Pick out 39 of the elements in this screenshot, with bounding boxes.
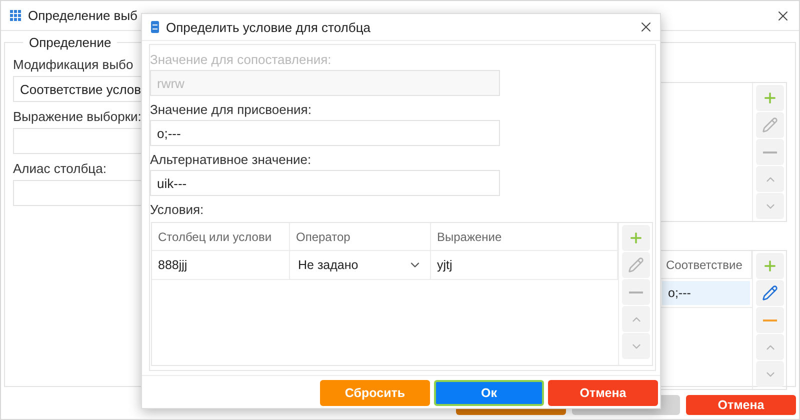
field-label: Альтернативное значение: — [150, 152, 312, 168]
pencil-icon — [762, 117, 778, 133]
grid-icon — [9, 9, 22, 22]
field-label: Выражение выборки: — [13, 109, 142, 124]
minus-icon — [763, 150, 777, 154]
pencil-icon — [628, 257, 644, 274]
dialog-title: Определить условие для столбца — [166, 20, 372, 35]
field-label: Значение для присвоения: — [150, 102, 312, 118]
add-icon — [762, 258, 778, 274]
add-button[interactable] — [622, 225, 650, 252]
add-icon — [628, 230, 644, 246]
table-cell: 888jjj — [152, 251, 290, 280]
pencil-icon — [762, 285, 778, 301]
minus-icon — [763, 318, 777, 322]
field-label: Условия: — [150, 202, 204, 218]
input-field[interactable]: uik--- — [150, 170, 500, 196]
field-label: Модификация выбо — [13, 57, 134, 72]
add-button[interactable] — [756, 253, 784, 279]
table-cell[interactable]: o;--- — [662, 281, 750, 305]
add-button[interactable] — [756, 85, 784, 111]
add-icon — [762, 90, 778, 106]
cancel-button[interactable]: Отмена — [686, 395, 796, 415]
table-cell: yjtj — [431, 251, 618, 280]
remove-button[interactable] — [756, 307, 784, 333]
column-header: Оператор — [290, 223, 431, 250]
list-icon — [150, 20, 160, 34]
column-header: Столбец или услови — [152, 223, 290, 250]
panel-legend: Определение — [23, 35, 118, 50]
reset-button[interactable]: Сбросить — [320, 380, 430, 406]
minus-icon — [629, 290, 643, 294]
column-header: Выражение — [431, 223, 618, 250]
operator-dropdown[interactable]: Не задано — [290, 251, 431, 280]
edit-button[interactable] — [756, 280, 784, 306]
window-title: Определение выб — [28, 8, 139, 23]
ok-button[interactable]: Ок — [434, 380, 544, 406]
cancel-button[interactable]: Отмена — [548, 380, 658, 406]
field-label: Алиас столбца: — [13, 161, 106, 176]
field-label: Значение для сопоставления: — [150, 52, 332, 68]
input-field[interactable]: o;--- — [150, 120, 500, 146]
